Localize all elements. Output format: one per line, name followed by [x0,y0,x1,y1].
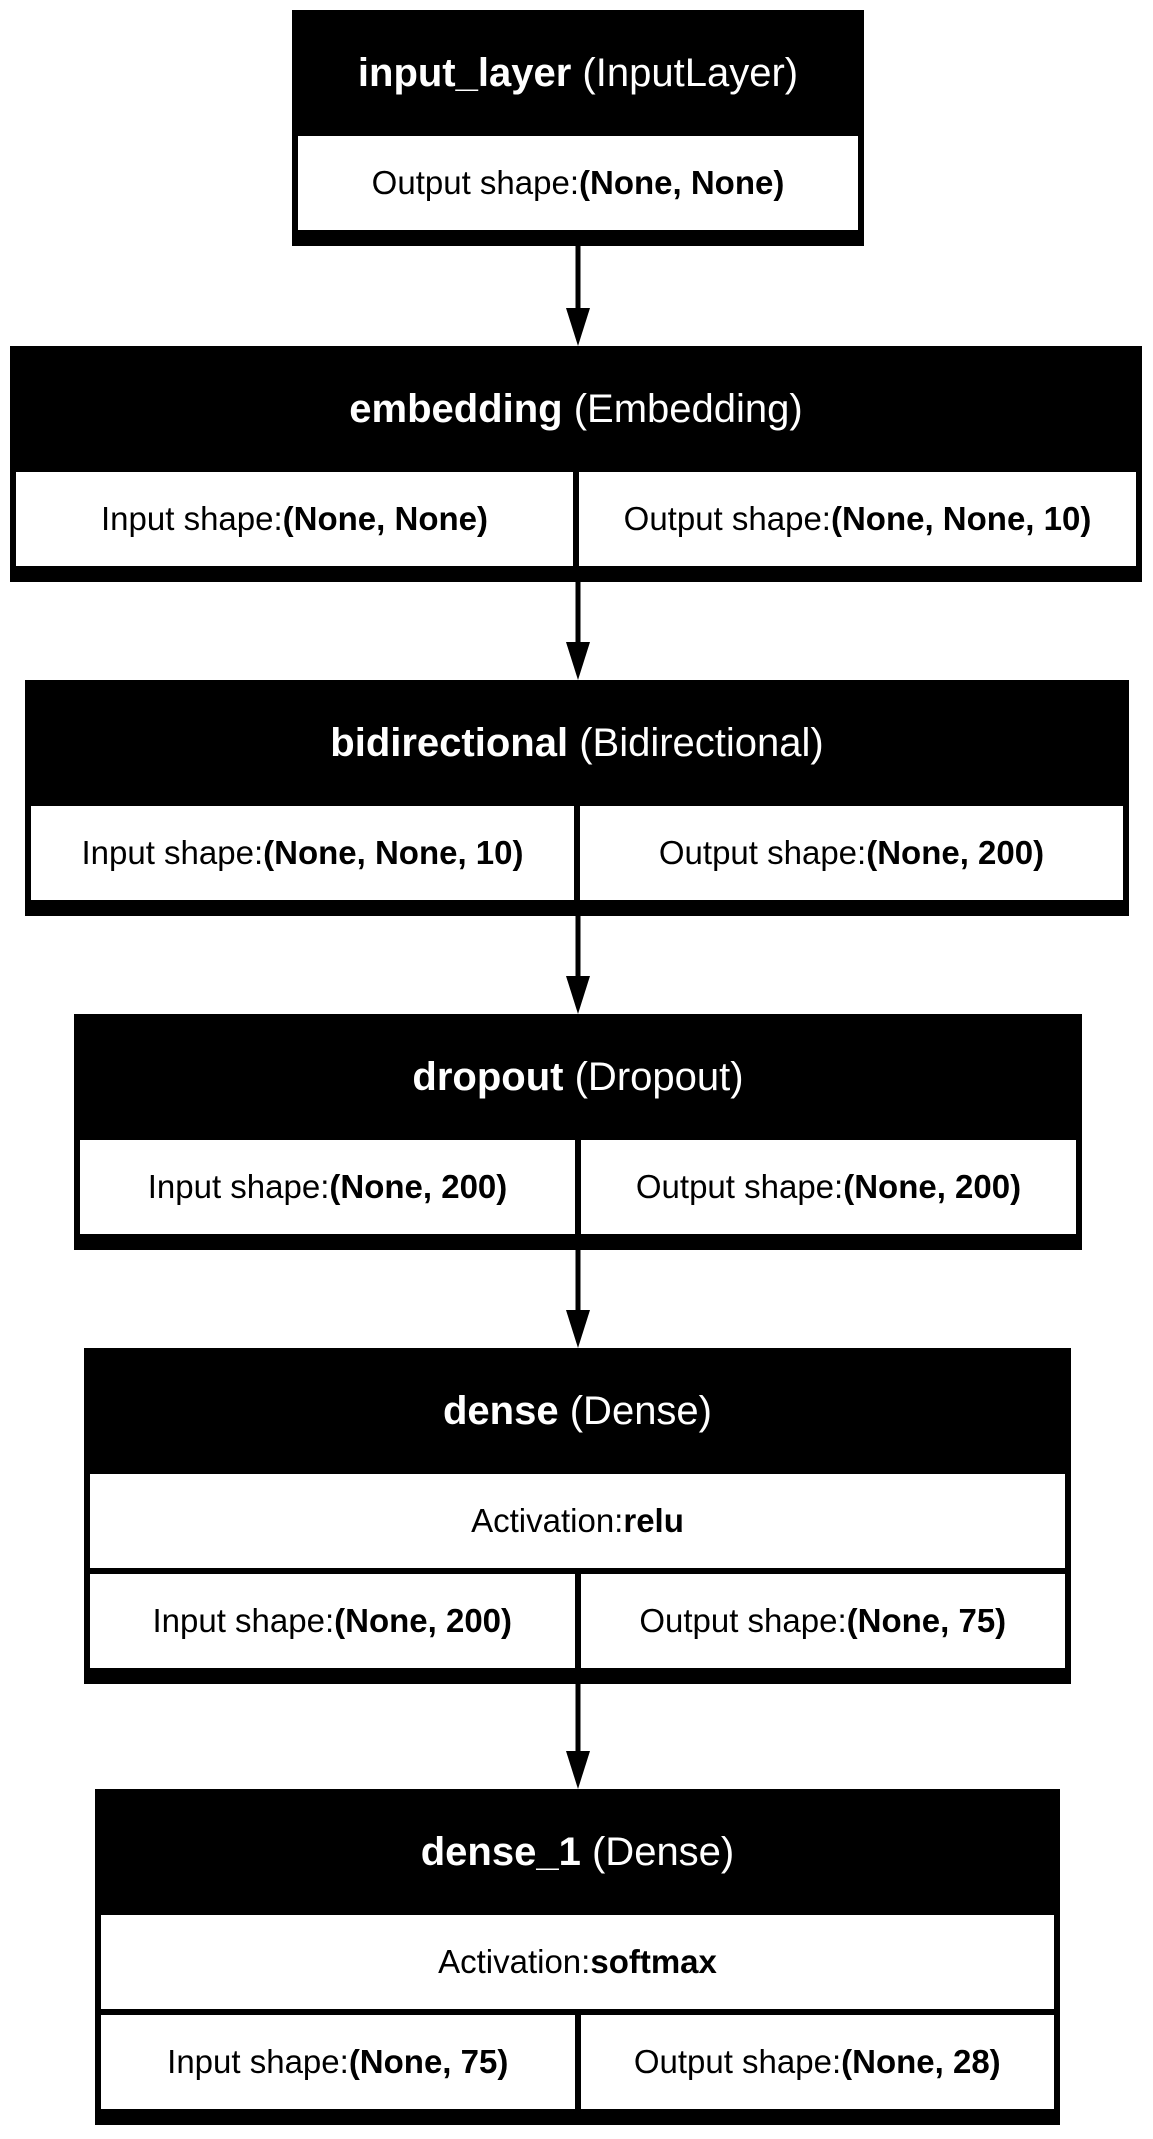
arrow-embedding-to-bidirectional [566,582,590,680]
arrow-dropout-to-dense [566,1250,590,1348]
arrow-dense-to-dense-1 [566,1684,590,1789]
connector-arrows [566,246,590,1789]
arrow-bidirectional-to-dropout [566,916,590,1014]
arrow-input-layer-to-embedding [566,246,590,346]
